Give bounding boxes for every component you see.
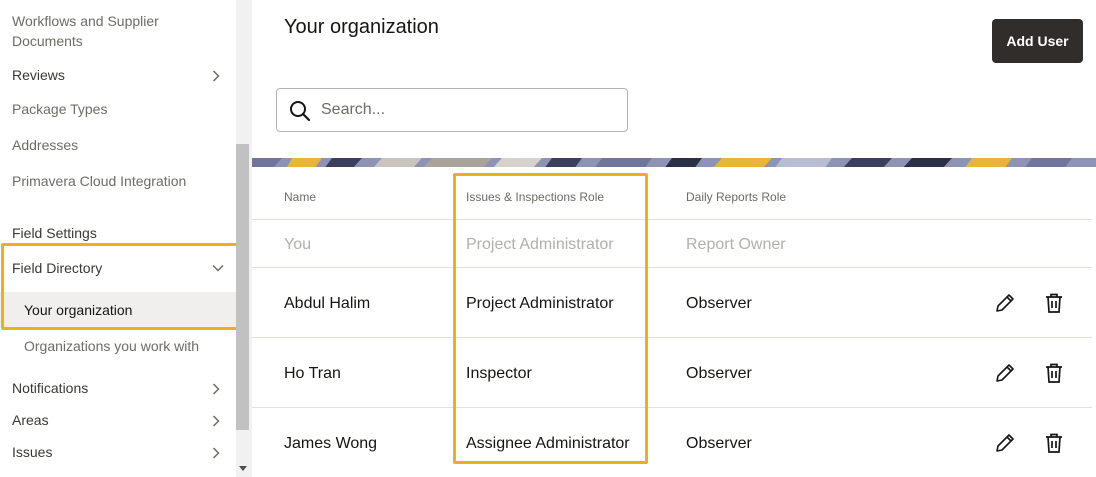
sidebar-item-issues[interactable]: Issues [12,442,228,462]
cell-daily-role: Report Owner [686,236,786,253]
section-heading-label: Field Settings [12,225,97,241]
cell-name: Ho Tran [284,365,341,382]
row-divider [252,337,1092,338]
sidebar-item-label: Workflows and Supplier Documents [12,13,159,49]
trash-icon[interactable] [1042,431,1066,455]
sidebar-item-label: Areas [12,412,49,428]
trash-icon[interactable] [1042,361,1066,385]
sidebar-item-package-types[interactable]: Package Types [12,99,228,119]
search-box[interactable] [276,88,628,132]
cell-issues-role: Assignee Administrator [466,435,630,452]
sidebar: Workflows and Supplier Documents Reviews… [0,0,236,477]
sidebar-item-label: Notifications [12,380,89,396]
sidebar-item-notifications[interactable]: Notifications [12,378,228,398]
main-content: Your organization Add User Search... Nam… [252,0,1096,477]
row-divider [252,219,1092,220]
chevron-right-icon [212,378,224,398]
chevron-right-icon [212,442,224,462]
cell-name: You [284,236,311,253]
sidebar-item-field-directory[interactable]: Field Directory [12,258,228,278]
annotation-highlight-issues-column [453,173,648,464]
sidebar-item-label: Primavera Cloud Integration [12,173,187,189]
search-icon [289,100,311,127]
column-header-issues-role: Issues & Inspections Role [466,190,605,204]
sidebar-item-addresses[interactable]: Addresses [12,135,228,155]
chevron-right-icon [212,65,224,85]
cell-name: Abdul Halim [284,295,371,312]
pencil-icon[interactable] [993,431,1017,455]
sidebar-item-primavera[interactable]: Primavera Cloud Integration [12,171,228,191]
chevron-right-icon [212,410,224,430]
sidebar-scrollbar-thumb[interactable] [236,144,249,430]
column-header-daily-role: Daily Reports Role [686,190,787,204]
sidebar-item-label: Addresses [12,137,79,153]
cell-daily-role: Observer [686,365,752,382]
sidebar-item-label: Reviews [12,67,65,83]
add-user-button[interactable]: Add User [992,19,1083,63]
sidebar-subitem-organizations-you-work-with[interactable]: Organizations you work with [24,336,199,356]
sidebar-section-heading: Field Settings [12,223,228,243]
trash-icon[interactable] [1042,291,1066,315]
page-title: Your organization [284,16,439,38]
sidebar-item-label: Package Types [12,101,108,117]
row-divider [252,267,1092,268]
sidebar-item-label: Field Directory [12,260,103,276]
cell-daily-role: Observer [686,295,752,312]
chevron-down-icon [212,258,224,278]
row-divider [252,407,1092,408]
sidebar-item-workflows[interactable]: Workflows and Supplier Documents [12,11,228,51]
sidebar-item-reviews[interactable]: Reviews [12,65,228,85]
column-header-name: Name [284,190,317,204]
sidebar-subitem-label: Your organization [24,302,133,318]
decorative-banner [252,156,1096,167]
sidebar-item-areas[interactable]: Areas [12,410,228,430]
scroll-down-arrow-icon[interactable] [239,466,247,471]
sidebar-subitem-your-organization[interactable]: Your organization [0,292,236,328]
cell-issues-role: Inspector [466,365,532,382]
cell-issues-role: Project Administrator [466,295,614,312]
cell-daily-role: Observer [686,435,752,452]
pencil-icon[interactable] [993,361,1017,385]
search-input[interactable] [321,99,611,121]
cell-name: James Wong [284,435,378,452]
cell-issues-role: Project Administrator [466,236,614,253]
pencil-icon[interactable] [993,291,1017,315]
sidebar-item-label: Issues [12,444,53,460]
sidebar-subitem-label: Organizations you work with [24,338,200,354]
